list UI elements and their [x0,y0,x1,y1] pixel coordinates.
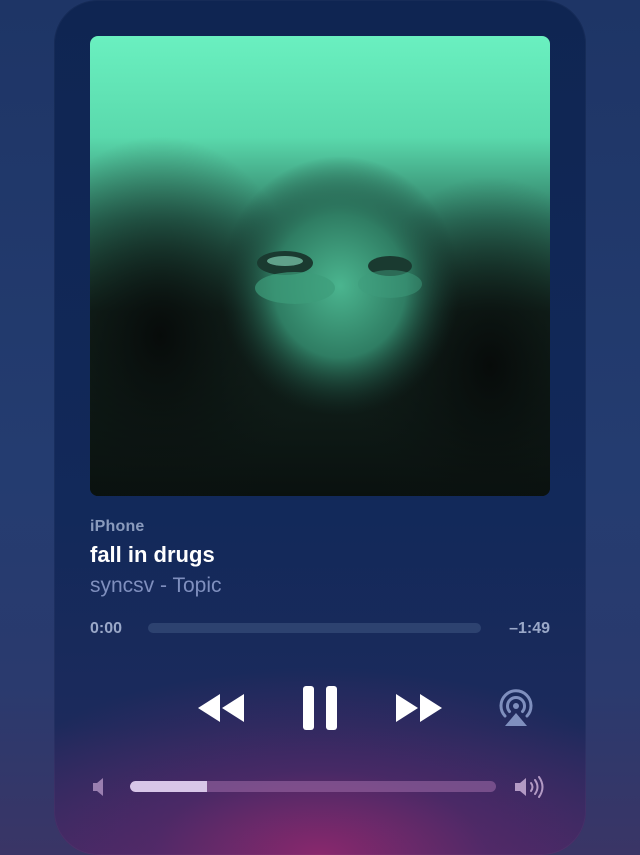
speaker-high-icon [514,774,548,805]
album-artwork[interactable] [90,36,550,496]
airplay-button[interactable] [494,686,538,730]
rewind-icon [198,694,244,722]
speaker-low-icon [92,776,108,803]
progress-scrubber[interactable] [148,623,481,633]
elapsed-time: 0:00 [90,620,123,637]
track-info: iPhone fall in drugs syncsv - Topic [90,518,550,598]
track-artist[interactable]: syncsv - Topic [90,574,550,598]
pause-button[interactable] [300,684,340,732]
artwork-image [90,36,550,496]
fast-forward-button[interactable] [392,690,446,726]
output-device-label: iPhone [90,518,145,535]
remaining-time: –1:49 [509,620,550,637]
volume-level-fill [130,781,207,792]
fast-forward-icon [396,694,442,722]
volume-slider[interactable] [130,781,496,792]
pause-icon [303,686,337,730]
airplay-icon [499,689,533,726]
track-title[interactable]: fall in drugs [90,542,550,568]
rewind-button[interactable] [194,690,248,726]
